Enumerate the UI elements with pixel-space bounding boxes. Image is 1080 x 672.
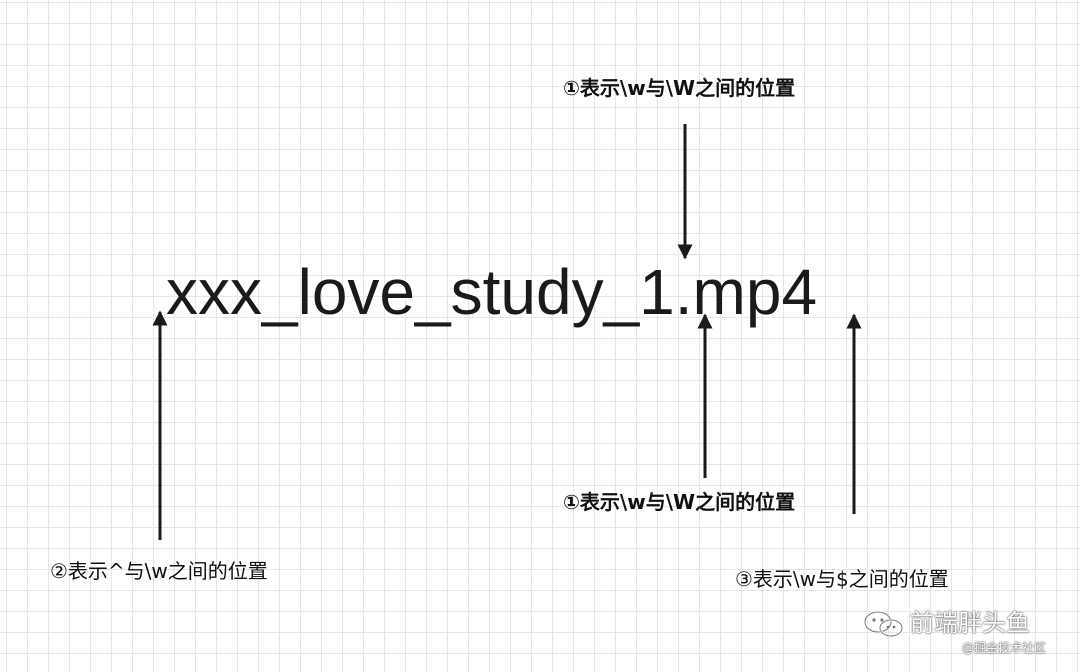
label-right: ③表示\w与$之间的位置 <box>735 567 949 591</box>
wechat-icon <box>863 610 904 638</box>
watermark-source: @掘金技术社区 <box>962 641 1047 655</box>
label-left: ②表示^与\w之间的位置 <box>50 559 268 583</box>
label-middle: ①表示\w与\W之间的位置 <box>563 490 796 514</box>
watermark-author: 前端胖头鱼 <box>910 609 1030 637</box>
label-top: ①表示\w与\W之间的位置 <box>563 76 796 100</box>
